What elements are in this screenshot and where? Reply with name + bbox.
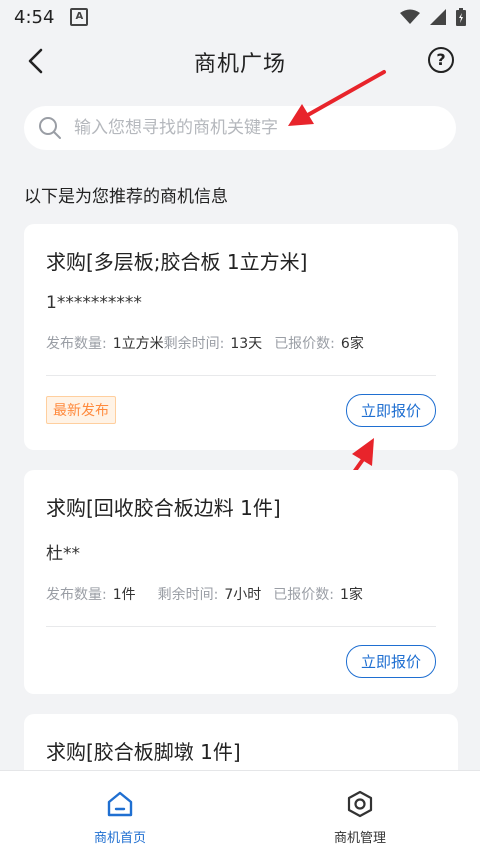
card-divider <box>46 626 436 627</box>
quotes-value: 6家 <box>340 336 364 352</box>
help-icon[interactable]: ? <box>428 47 454 73</box>
remaining-label: 剩余时间: <box>157 587 219 603</box>
signal-icon <box>430 9 446 25</box>
quote-button[interactable]: 立即报价 <box>345 644 436 678</box>
quote-button[interactable]: 立即报价 <box>345 393 436 427</box>
status-bar: 4:54 A <box>0 0 480 34</box>
buyer-name: 杜** <box>46 544 80 564</box>
quantity-value: 1件 <box>112 587 136 603</box>
tab-home[interactable]: 商机首页 <box>0 771 240 854</box>
search-icon <box>39 117 61 139</box>
card-footer: 立即报价 <box>46 644 436 678</box>
battery-icon <box>456 8 466 26</box>
card-meta: 发布数量: 1件 剩余时间: 7小时 已报价数: 1家 <box>46 584 436 604</box>
quantity-label: 发布数量: <box>46 587 107 603</box>
hexagon-settings-icon <box>347 790 373 818</box>
remaining-value: 13天 <box>230 336 263 352</box>
tab-label: 商机首页 <box>93 831 146 846</box>
quotes-label: 已报价数: <box>274 336 335 352</box>
quotes-label: 已报价数: <box>273 587 334 603</box>
buyer-name: 1********** <box>46 293 142 313</box>
annotation-arrow-icon <box>288 70 386 126</box>
section-title: 以下是为您推荐的商机信息 <box>24 187 228 207</box>
opportunity-card[interactable]: 求购[多层板;胶合板 1立方米] 1********** 发布数量: 1立方米 剩… <box>24 224 458 450</box>
status-right-icons <box>400 8 466 26</box>
card-footer: 最新发布 立即报价 <box>46 393 436 427</box>
notification-a-icon: A <box>70 8 89 26</box>
card-divider <box>46 375 436 376</box>
card-meta: 发布数量: 1立方米 剩余时间: 13天 已报价数: 6家 <box>46 333 436 353</box>
page-title: 商机广场 <box>193 52 286 77</box>
quantity-label: 发布数量: <box>46 336 107 352</box>
status-badge: 最新发布 <box>46 396 116 424</box>
quotes-value: 1家 <box>340 587 363 603</box>
search-bar[interactable] <box>24 106 456 150</box>
tab-management[interactable]: 商机管理 <box>240 771 480 854</box>
status-time: 4:54 <box>14 6 55 28</box>
opportunity-card[interactable]: 求购[回收胶合板边料 1件] 杜** 发布数量: 1件 剩余时间: 7小时 已报价数… <box>24 470 458 694</box>
remaining-value: 7小时 <box>224 587 262 603</box>
remaining-label: 剩余时间: <box>163 336 225 352</box>
wifi-icon <box>400 9 420 24</box>
bottom-tab-bar: 商机首页 商机管理 <box>0 770 480 854</box>
tab-label: 商机管理 <box>333 831 386 846</box>
card-title: 求购[多层板;胶合板 1立方米] <box>46 250 308 274</box>
card-title: 求购[胶合板脚墩 1件] <box>46 740 241 764</box>
card-title: 求购[回收胶合板边料 1件] <box>46 496 281 520</box>
quantity-value: 1立方米 <box>112 336 164 352</box>
back-arrow-icon[interactable] <box>22 46 52 76</box>
app-bar: 商机广场 ? <box>0 34 480 90</box>
home-icon <box>107 791 133 817</box>
